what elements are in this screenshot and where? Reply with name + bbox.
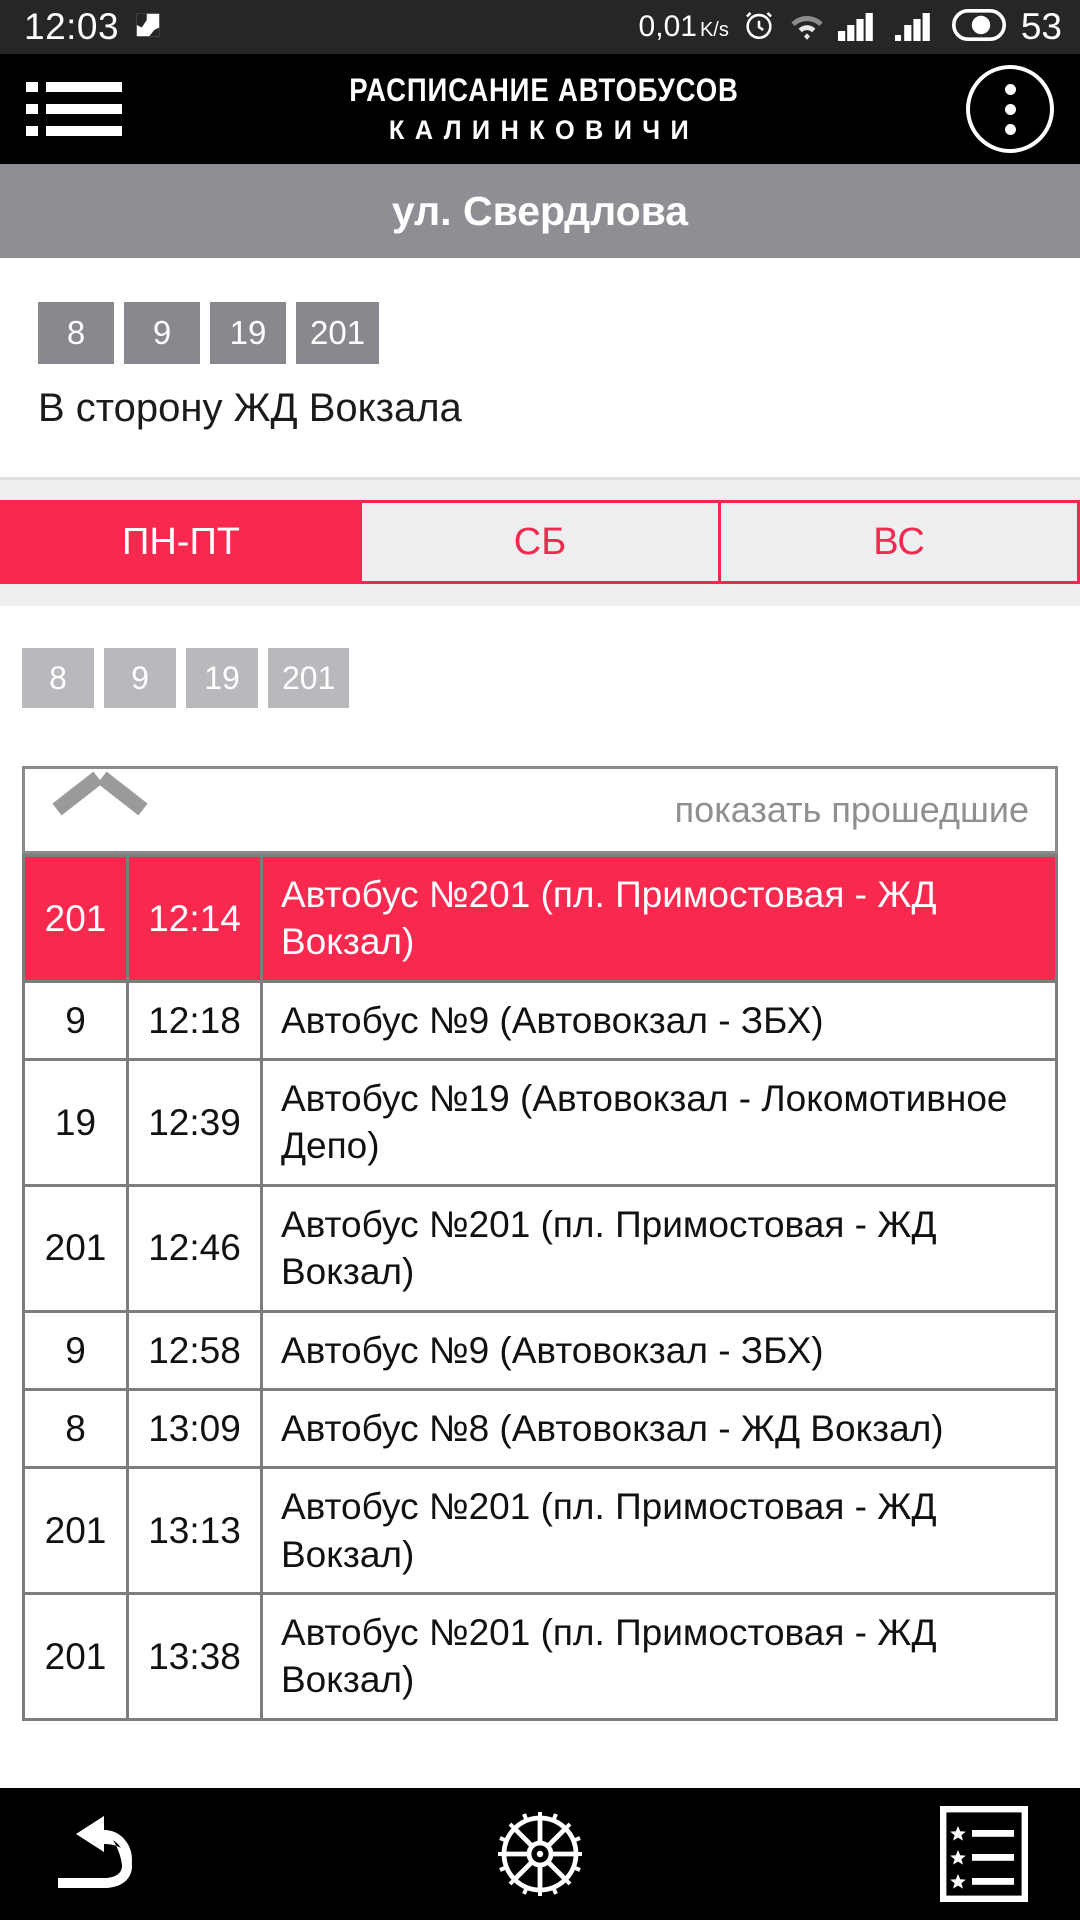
summary-spacer: [0, 431, 1080, 477]
table-row[interactable]: 201 12:14 Автобус №201 (пл. Примостовая …: [22, 854, 1058, 983]
data-rate: 0,01 K/s: [639, 10, 729, 44]
back-arrow-icon[interactable]: [52, 1804, 172, 1904]
app-title: РАСПИСАНИЕ АВТОБУСОВ КАЛИНКОВИЧИ: [122, 72, 966, 146]
row-description: Автобус №8 (Автовокзал - ЖД Вокзал): [260, 1387, 1058, 1470]
alarm-clock-icon: [742, 8, 776, 47]
filter-route-badge[interactable]: 19: [186, 648, 258, 708]
row-time: 13:38: [126, 1591, 263, 1721]
row-route: 201: [22, 854, 129, 983]
table-row[interactable]: 9 12:58 Автобус №9 (Автовокзал - ЗБХ): [22, 1309, 1058, 1391]
row-description: Автобус №9 (Автовокзал - ЗБХ): [260, 979, 1058, 1062]
filter-route-badge[interactable]: 201: [268, 648, 350, 708]
recents-list-icon[interactable]: [908, 1804, 1028, 1904]
row-description: Автобус №9 (Автовокзал - ЗБХ): [260, 1309, 1058, 1391]
filter-route-badges: 8 9 19 201: [22, 648, 1080, 708]
route-badge[interactable]: 9: [124, 302, 200, 364]
app-title-line-2: КАЛИНКОВИЧИ: [388, 115, 700, 145]
chevron-up-icon: [57, 790, 143, 830]
row-route: 9: [22, 979, 129, 1062]
row-description: Автобус №201 (пл. Примостовая - ЖД Вокза…: [260, 1183, 1058, 1313]
row-time: 12:14: [126, 854, 263, 983]
row-route: 201: [22, 1591, 129, 1721]
row-time: 12:39: [126, 1058, 263, 1187]
data-rate-value: 0,01: [638, 10, 697, 43]
status-clock: 12:03: [24, 6, 120, 47]
more-vertical-icon[interactable]: [966, 65, 1054, 153]
route-summary: 8 9 19 201 В сторону ЖД Вокзала: [0, 258, 1080, 431]
day-tab-strip: ПН-ПТ СБ ВС: [0, 480, 1080, 606]
row-description: Автобус №201 (пл. Примостовая - ЖД Вокза…: [260, 1591, 1058, 1721]
gear-home-icon[interactable]: [480, 1804, 600, 1904]
battery-level: 53: [1020, 6, 1062, 47]
row-route: 19: [22, 1058, 129, 1187]
stop-name: ул. Свердлова: [391, 187, 689, 234]
status-bar-left: 12:03: [24, 6, 163, 48]
wifi-icon: [789, 10, 825, 45]
schedule-table: 201 12:14 Автобус №201 (пл. Примостовая …: [22, 854, 1058, 1721]
row-time: 12:46: [126, 1183, 263, 1313]
schedule-table-body: 201 12:14 Автобус №201 (пл. Примостовая …: [22, 854, 1058, 1721]
route-badge[interactable]: 201: [296, 302, 380, 364]
row-time: 12:18: [126, 979, 263, 1062]
status-bar: 12:03 0,01 K/s 53: [0, 0, 1080, 54]
day-tabs: ПН-ПТ СБ ВС: [0, 500, 1080, 584]
route-filter-row: 8 9 19 201: [0, 606, 1080, 708]
filter-route-badge[interactable]: 9: [104, 648, 176, 708]
app-title-line-1: РАСПИСАНИЕ АВТОБУСОВ: [349, 72, 739, 108]
more-dot: [1004, 123, 1016, 135]
table-row[interactable]: 201 12:46 Автобус №201 (пл. Примостовая …: [22, 1183, 1058, 1313]
list-menu-icon[interactable]: [26, 74, 122, 144]
table-row[interactable]: 8 13:09 Автобус №8 (Автовокзал - ЖД Вокз…: [22, 1387, 1058, 1470]
data-rate-unit: K/s: [699, 19, 729, 41]
schedule-container: показать прошедшие 201 12:14 Автобус №20…: [22, 766, 1058, 1788]
show-past-toggle[interactable]: показать прошедшие: [22, 766, 1058, 854]
direction-label: В сторону ЖД Вокзала: [38, 386, 462, 430]
route-badge[interactable]: 19: [210, 302, 286, 364]
table-row[interactable]: 201 13:13 Автобус №201 (пл. Примостовая …: [22, 1466, 1058, 1595]
status-bar-right: 0,01 K/s 53: [639, 6, 1062, 48]
row-description: Автобус №201 (пл. Примостовая - ЖД Вокза…: [260, 1466, 1058, 1595]
row-description: Автобус №201 (пл. Примостовая - ЖД Вокза…: [260, 854, 1058, 983]
table-row[interactable]: 9 12:18 Автобус №9 (Автовокзал - ЗБХ): [22, 979, 1058, 1062]
filter-route-badge[interactable]: 8: [22, 648, 94, 708]
tab-weekdays[interactable]: ПН-ПТ: [0, 500, 362, 584]
tab-saturday[interactable]: СБ: [359, 500, 721, 584]
row-time: 12:58: [126, 1309, 263, 1391]
row-route: 9: [22, 1309, 129, 1391]
row-time: 13:09: [126, 1387, 263, 1470]
row-description: Автобус №19 (Автовокзал - Локомотивное Д…: [260, 1058, 1058, 1187]
row-route: 201: [22, 1466, 129, 1595]
image-icon: [133, 10, 163, 45]
app-header: РАСПИСАНИЕ АВТОБУСОВ КАЛИНКОВИЧИ: [0, 54, 1080, 164]
route-badge[interactable]: 8: [38, 302, 114, 364]
table-row[interactable]: 201 13:38 Автобус №201 (пл. Примостовая …: [22, 1591, 1058, 1721]
signal-bars-icon: [837, 9, 882, 46]
row-route: 201: [22, 1183, 129, 1313]
summary-route-badges: 8 9 19 201: [38, 302, 1080, 364]
stop-title-bar: ул. Свердлова: [0, 164, 1080, 258]
battery-icon: [951, 8, 1006, 46]
app-root: 12:03 0,01 K/s 53 РАСПИСАНИЕ АВТОБУСОВ К…: [0, 0, 1080, 1920]
row-time: 13:13: [126, 1466, 263, 1595]
show-past-label: показать прошедшие: [674, 789, 1029, 830]
row-route: 8: [22, 1387, 129, 1470]
more-dot: [1004, 103, 1016, 115]
more-dot: [1004, 83, 1016, 95]
table-row[interactable]: 19 12:39 Автобус №19 (Автовокзал - Локом…: [22, 1058, 1058, 1187]
signal-bars-icon: [894, 9, 939, 46]
tab-sunday[interactable]: ВС: [718, 500, 1080, 584]
system-navigation-bar: [0, 1788, 1080, 1920]
